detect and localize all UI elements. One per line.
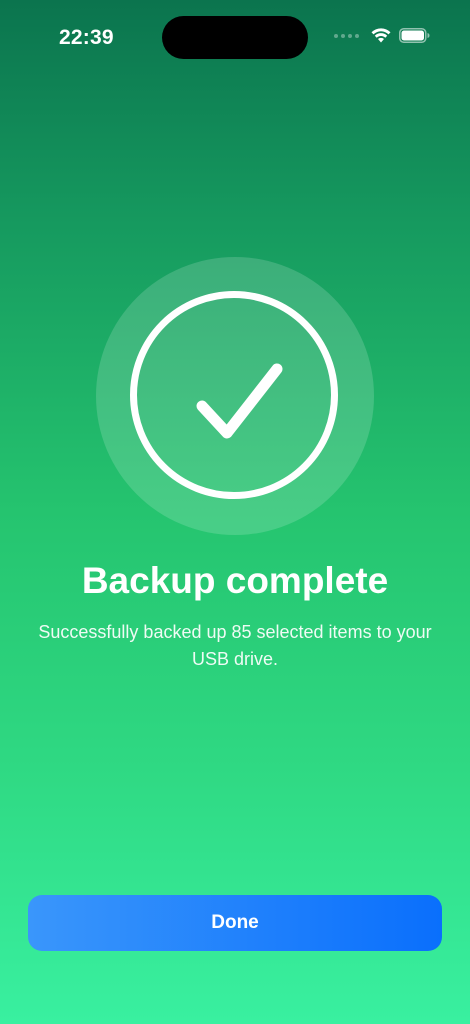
status-bar: 22:39: [0, 0, 470, 76]
success-message: Successfully backed up 85 selected items…: [38, 622, 432, 669]
done-button-label: Done: [211, 912, 259, 933]
status-time: 22:39: [59, 26, 114, 49]
dynamic-island: [162, 16, 308, 59]
page-title: Backup complete: [81, 560, 389, 601]
success-graphic: [96, 257, 374, 535]
checkmark-icon: [196, 363, 283, 439]
backup-complete-screen: 22:39 Backup complete Successfully backe…: [0, 0, 470, 1024]
wifi-icon: [371, 28, 391, 43]
status-icons: [334, 28, 430, 43]
done-button[interactable]: Done: [28, 895, 442, 951]
battery-icon: [399, 28, 430, 43]
signal-dots-icon: [334, 33, 359, 38]
